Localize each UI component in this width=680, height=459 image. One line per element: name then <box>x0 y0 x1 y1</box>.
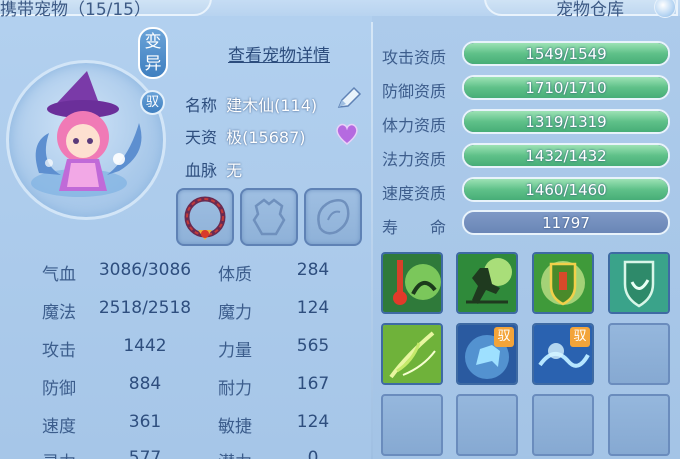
skill-slot-11[interactable] <box>532 394 594 456</box>
stat-value-attack: 1442 <box>123 336 167 356</box>
stat-value-potential: 0 <box>307 448 319 459</box>
aptitude-bar-attack: 1549/1549 <box>462 41 670 66</box>
stat-value-mp: 2518/2518 <box>98 298 192 318</box>
stat-label-spirit: 灵力 <box>42 448 76 459</box>
aptitude-value-attack: 1549/1549 <box>525 45 607 63</box>
pet-talent-row: 天资 极(15687) <box>185 124 306 148</box>
life-bar: 11797 <box>462 210 670 235</box>
skill-slot-12[interactable] <box>608 394 670 456</box>
aptitude-bar-defense: 1710/1710 <box>462 75 670 100</box>
skill-slot-9[interactable] <box>381 394 443 456</box>
aptitude-bar-mana: 1432/1432 <box>462 143 670 168</box>
aptitude-value-mana: 1432/1432 <box>525 147 607 165</box>
variant-badge: 变 异 <box>138 27 168 79</box>
aptitude-bar-stamina: 1319/1319 <box>462 109 670 134</box>
armor-placeholder-icon <box>252 198 286 236</box>
stat-value-endurance: 167 <box>296 374 330 394</box>
pet-talent-label: 天资 <box>185 128 218 147</box>
defense-shield-skill-icon <box>610 254 668 312</box>
stat-label-endurance: 耐力 <box>218 379 252 399</box>
stat-label-defense: 防御 <box>42 379 76 399</box>
pet-name-value: 建木仙(114) <box>226 96 318 115</box>
pet-bloodline-label: 血脉 <box>185 161 218 180</box>
equipment-slot-2[interactable] <box>240 188 298 246</box>
necklace-equipment-icon <box>184 196 226 240</box>
skill-slot-8[interactable] <box>608 323 670 385</box>
stat-value-hp: 3086/3086 <box>98 260 192 280</box>
heart-icon[interactable] <box>334 122 360 146</box>
shadow-warrior-skill-icon <box>458 254 516 312</box>
tab-pet-storage[interactable]: 宠物仓库 <box>484 0 678 20</box>
stat-label-potential: 潜力 <box>218 448 252 459</box>
tame-badge: 驭 <box>140 90 165 115</box>
life-label: 寿 命 <box>382 218 447 237</box>
pet-portrait-image <box>31 71 142 197</box>
equipment-slot-1[interactable] <box>176 188 234 246</box>
aptitude-label-defense: 防御资质 <box>382 82 447 101</box>
pet-name-label: 名称 <box>185 96 218 115</box>
aptitude-value-stamina: 1319/1319 <box>525 113 607 131</box>
panel-divider <box>371 22 373 459</box>
stat-value-magic: 124 <box>296 298 330 318</box>
skill-slot-5[interactable] <box>381 323 443 385</box>
aptitude-label-mana: 法力资质 <box>382 150 447 169</box>
variant-badge-char-1: 变 <box>144 32 162 52</box>
stat-label-attack: 攻击 <box>42 341 76 361</box>
stat-value-speed: 361 <box>128 412 162 432</box>
stat-label-magic: 魔力 <box>218 303 252 323</box>
skill-slot-4[interactable] <box>608 252 670 314</box>
stat-label-speed: 速度 <box>42 417 76 437</box>
aptitude-bar-speed: 1460/1460 <box>462 177 670 202</box>
blood-drain-skill-icon <box>383 254 441 312</box>
bamboo-leaf-skill-icon <box>383 325 441 383</box>
stat-value-defense: 884 <box>128 374 162 394</box>
skill-slot-7[interactable]: 驭 <box>532 323 594 385</box>
pet-name-row: 名称 建木仙(114) <box>185 92 317 116</box>
view-pet-details-link[interactable]: 查看宠物详情 <box>228 41 330 66</box>
equipment-slot-3[interactable] <box>304 188 362 246</box>
stat-value-constitution: 284 <box>296 260 330 280</box>
stat-label-strength: 力量 <box>218 341 252 361</box>
skill-slot-6[interactable]: 驭 <box>456 323 518 385</box>
stat-label-hp: 气血 <box>42 265 76 285</box>
life-value: 11797 <box>542 214 590 232</box>
ring-placeholder-icon <box>317 199 350 235</box>
aptitude-value-defense: 1710/1710 <box>525 79 607 97</box>
tab-pet-storage-label: 宠物仓库 <box>556 0 624 20</box>
pet-talent-value: 极(15687) <box>226 128 306 147</box>
pet-portrait[interactable] <box>6 60 166 220</box>
aptitude-label-attack: 攻击资质 <box>382 48 447 67</box>
skill-slot-10[interactable] <box>456 394 518 456</box>
pet-bloodline-value: 无 <box>226 161 243 180</box>
tab-carried-pets-label: 携带宠物（15/15） <box>0 0 151 20</box>
skill-slot-2[interactable] <box>456 252 518 314</box>
tab-carried-pets[interactable]: 携带宠物（15/15） <box>0 0 212 20</box>
stat-value-spirit: 577 <box>128 448 162 459</box>
shield-buff-skill-icon <box>534 254 592 312</box>
skill-slot-3[interactable] <box>532 252 594 314</box>
stat-label-mp: 魔法 <box>42 303 76 323</box>
skill-6-tame-tag: 驭 <box>494 327 514 347</box>
stat-label-constitution: 体质 <box>218 265 252 285</box>
aptitude-label-stamina: 体力资质 <box>382 116 447 135</box>
stat-label-agility: 敏捷 <box>218 417 252 437</box>
variant-badge-char-2: 异 <box>144 54 162 74</box>
aptitude-label-speed: 速度资质 <box>382 184 447 203</box>
rename-pencil-icon[interactable] <box>336 86 362 110</box>
skill-slot-1[interactable] <box>381 252 443 314</box>
stat-value-agility: 124 <box>296 412 330 432</box>
aptitude-value-speed: 1460/1460 <box>525 181 607 199</box>
stat-value-strength: 565 <box>296 336 330 356</box>
skill-7-tame-tag: 驭 <box>570 327 590 347</box>
pet-bloodline-row: 血脉 无 <box>185 157 242 181</box>
